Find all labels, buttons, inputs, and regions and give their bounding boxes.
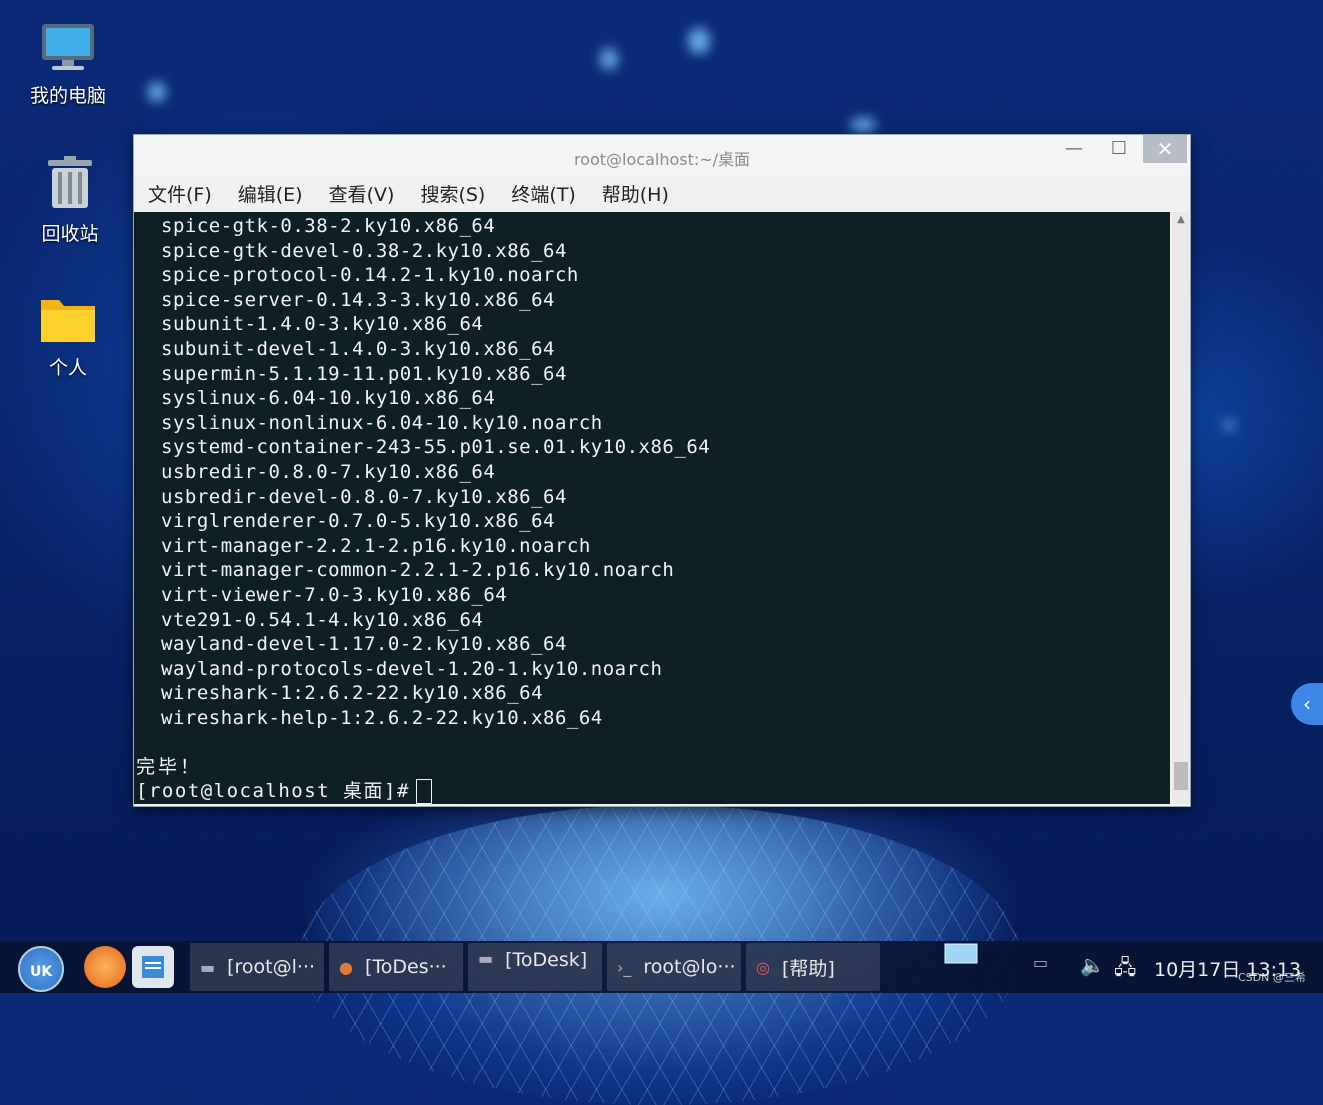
- help-task-icon: ◎: [756, 957, 770, 977]
- terminal-line: wayland-devel-1.17.0-2.ky10.x86_64: [161, 633, 567, 656]
- terminal-line: spice-protocol-0.14.2-1.ky10.noarch: [161, 264, 579, 287]
- network-icon[interactable]: 🖧: [1114, 953, 1136, 987]
- terminal-task-icon: ▬: [200, 957, 216, 977]
- terminal-line: virt-manager-common-2.2.1-2.p16.ky10.noa…: [161, 559, 675, 582]
- terminal-scrollbar[interactable]: ▲: [1172, 212, 1190, 804]
- minimize-button[interactable]: —: [1052, 135, 1096, 163]
- desktop-icon-my-computer[interactable]: 我的电脑: [18, 22, 118, 108]
- desktop-icon-label: 个人: [48, 357, 87, 379]
- terminal-window[interactable]: root@localhost:~/桌面 — ☐ ✕ 文件(F) 编辑(E) 查看…: [133, 134, 1191, 807]
- terminal-line: spice-server-0.14.3-3.ky10.x86_64: [161, 288, 555, 311]
- todesk-task-icon: ●: [339, 957, 353, 977]
- terminal-line: usbredir-0.8.0-7.ky10.x86_64: [161, 460, 496, 483]
- terminal-prompt[interactable]: [root@localhost 桌面]#: [136, 778, 432, 804]
- terminal-line: spice-gtk-devel-0.38-2.ky10.x86_64: [161, 239, 567, 262]
- task-label: [帮助]: [781, 957, 835, 980]
- terminal-done-message: 完毕！: [136, 756, 203, 778]
- title-bar[interactable]: root@localhost:~/桌面 — ☐ ✕: [134, 135, 1190, 175]
- desktop-icon-trash[interactable]: 回收站: [20, 156, 120, 246]
- prompt-text: [root@localhost 桌面]#: [136, 780, 410, 802]
- computer-icon: [42, 24, 94, 70]
- bokeh-light: [850, 118, 876, 132]
- menu-bar: 文件(F) 编辑(E) 查看(V) 搜索(S) 终端(T) 帮助(H): [134, 175, 1190, 211]
- file-manager-glyph-icon: [142, 956, 164, 978]
- monitor-icon: [944, 943, 978, 964]
- terminal-line: vte291-0.54.1-4.ky10.x86_64: [161, 608, 484, 631]
- task-label: [ToDesk]: [505, 949, 588, 971]
- file-manager-launcher-icon[interactable]: [132, 946, 174, 988]
- terminal-line: virglrenderer-0.7.0-5.ky10.x86_64: [161, 510, 555, 533]
- task-todesk-2[interactable]: ▬ [ToDesk]: [468, 943, 602, 991]
- menu-edit[interactable]: 编辑(E): [238, 180, 303, 207]
- window-title: root@localhost:~/桌面: [573, 150, 751, 169]
- terminal-line: spice-gtk-0.38-2.ky10.x86_64: [161, 215, 496, 237]
- task-terminal-2[interactable]: ›_ root@lo···: [607, 943, 741, 991]
- sidebar-toggle-chevron-left-icon[interactable]: ‹: [1291, 683, 1323, 725]
- menu-terminal[interactable]: 终端(T): [511, 180, 575, 207]
- terminal-line: syslinux-nonlinux-6.04-10.ky10.noarch: [161, 411, 603, 434]
- terminal-line: supermin-5.1.19-11.p01.ky10.x86_64: [161, 362, 567, 385]
- menu-view[interactable]: 查看(V): [329, 180, 395, 207]
- window-task-icon: ▬: [478, 949, 494, 968]
- terminal-line: wayland-protocols-devel-1.20-1.ky10.noar…: [161, 657, 663, 680]
- terminal-task-icon: ›_: [617, 957, 632, 977]
- taskbar: UK ▬ [root@l··· ● [ToDes··· ▬ [ToDesk] ›_ ro…: [0, 941, 1323, 993]
- terminal-line: wireshark-1:2.6.2-22.ky10.x86_64: [161, 682, 544, 705]
- task-label: root@lo···: [643, 956, 736, 978]
- task-help[interactable]: ◎ [帮助]: [746, 943, 880, 991]
- watermark: CSDN @三希: [1238, 971, 1306, 984]
- terminal-line: virt-manager-2.2.1-2.p16.ky10.noarch: [161, 534, 591, 557]
- menu-search[interactable]: 搜索(S): [420, 180, 485, 207]
- terminal-lines: spice-gtk-0.38-2.ky10.x86_64 spice-gtk-de…: [161, 214, 710, 730]
- browser-launcher-icon[interactable]: [84, 946, 126, 988]
- terminal-line: subunit-devel-1.4.0-3.ky10.x86_64: [161, 337, 555, 360]
- terminal-line: usbredir-devel-0.8.0-7.ky10.x86_64: [161, 485, 567, 508]
- start-menu-button[interactable]: UK: [18, 946, 64, 992]
- desktop-icon-personal[interactable]: 个人: [18, 292, 118, 380]
- volume-icon[interactable]: 🔈: [1080, 953, 1105, 977]
- kylin-logo-icon: UK: [30, 964, 53, 980]
- keyboard-icon[interactable]: ▭: [1033, 953, 1048, 972]
- folder-icon: [41, 300, 95, 342]
- trash-icon: [48, 156, 92, 208]
- show-desktop-icon[interactable]: [944, 943, 978, 972]
- task-terminal-1[interactable]: ▬ [root@l···: [190, 943, 324, 991]
- scrollbar-thumb[interactable]: [1174, 762, 1188, 790]
- task-label: [root@l···: [227, 956, 316, 978]
- svg-text:UK: UK: [30, 964, 53, 980]
- text-cursor: [415, 779, 432, 804]
- terminal-output[interactable]: spice-gtk-0.38-2.ky10.x86_64 spice-gtk-de…: [134, 212, 1170, 804]
- close-button[interactable]: ✕: [1143, 135, 1187, 163]
- terminal-line: subunit-1.4.0-3.ky10.x86_64: [161, 313, 484, 336]
- terminal-line: wireshark-help-1:2.6.2-22.ky10.x86_64: [161, 706, 603, 729]
- terminal-line: systemd-container-243-55.p01.se.01.ky10.…: [161, 436, 711, 459]
- bokeh-light: [600, 48, 618, 70]
- scroll-up-arrow-icon[interactable]: ▲: [1172, 214, 1190, 225]
- bokeh-light: [1224, 420, 1234, 430]
- desktop-icon-label: 我的电脑: [29, 85, 106, 107]
- maximize-button[interactable]: ☐: [1097, 135, 1141, 163]
- desktop-icon-label: 回收站: [41, 223, 99, 245]
- menu-help[interactable]: 帮助(H): [602, 180, 669, 207]
- menu-file[interactable]: 文件(F): [148, 180, 212, 207]
- terminal-line: virt-viewer-7.0-3.ky10.x86_64: [161, 583, 508, 606]
- task-label: [ToDes···: [364, 956, 447, 978]
- terminal-line: syslinux-6.04-10.ky10.x86_64: [161, 387, 496, 410]
- task-todesk-1[interactable]: ● [ToDes···: [329, 943, 463, 991]
- bokeh-light: [148, 82, 166, 102]
- bokeh-light: [688, 28, 710, 54]
